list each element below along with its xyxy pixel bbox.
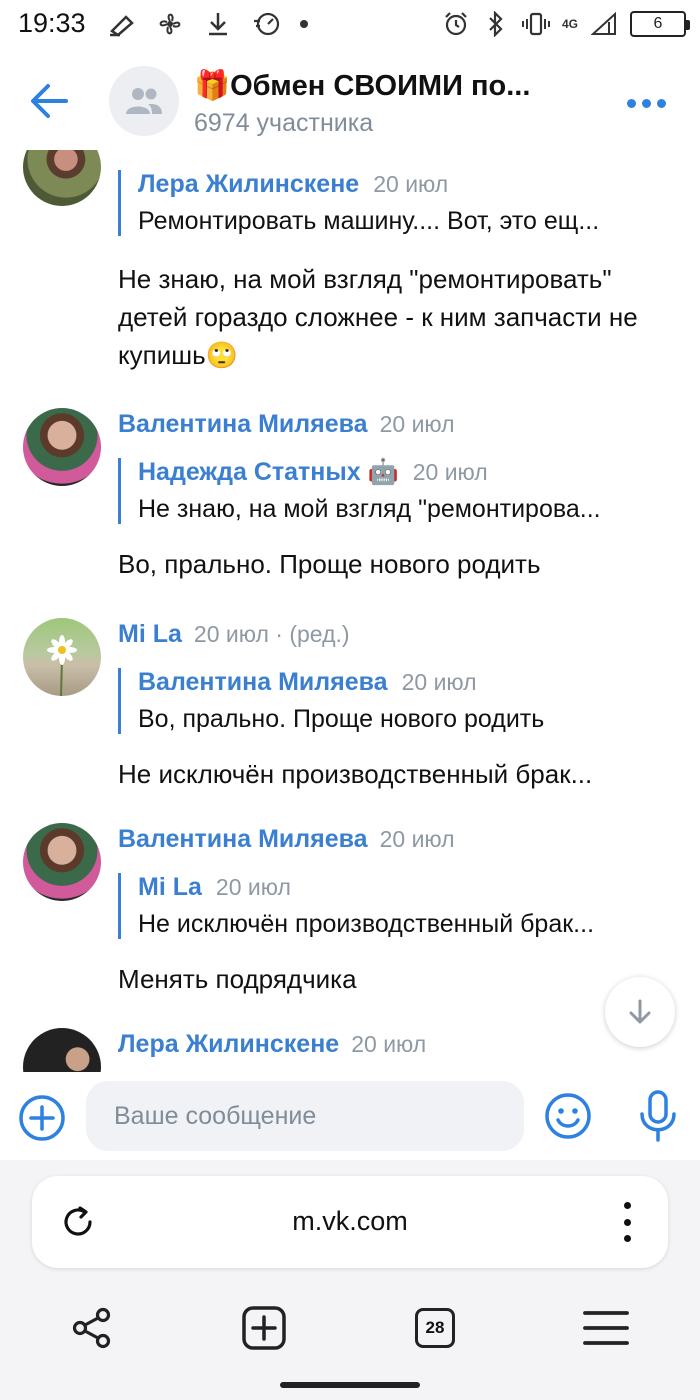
message-list[interactable]: Лера Жилинскене 20 июл Ремонтировать маши… [0, 150, 700, 1072]
quote-text: Не исключён производственный брак... [138, 910, 595, 938]
alarm-icon [442, 10, 470, 38]
download-icon [204, 10, 232, 38]
quoted-message[interactable]: Лера Жилинскене 20 июл Ремонтировать маши… [118, 170, 678, 236]
message-date: 20 июл [379, 411, 455, 437]
group-avatar[interactable] [109, 66, 179, 136]
quote-text: Во, прально. Проще нового родить [138, 705, 545, 733]
dot-icon [623, 1218, 631, 1226]
attach-button[interactable] [18, 1094, 66, 1142]
message-text: Во, прально. Проще нового родить [118, 549, 541, 579]
notification-dot-icon [300, 20, 308, 28]
quote-text: Ремонтировать машину.... Вот, это ещ... [138, 207, 600, 235]
quote-author: Надежда Статных 🤖 [138, 458, 399, 486]
chat-header: 🎁Обмен СВОИМИ по... 6974 участника [0, 55, 700, 150]
quote-date: 20 июл [401, 669, 477, 695]
avatar[interactable] [23, 1028, 101, 1072]
message-date: 20 июл [351, 1031, 427, 1057]
message-text: Не знаю, на мой взгляд "ремонтировать" д… [118, 264, 638, 370]
hamburger-icon [583, 1311, 629, 1345]
signal-icon [590, 10, 618, 38]
quoted-message[interactable]: Валентина Миляева 20 июл Во, прально. Про… [118, 668, 678, 734]
message-text: Менять подрядчика [118, 964, 357, 994]
arrow-down-icon [629, 999, 651, 1024]
quote-text: Не знаю, на мой взгляд "ремонтирова... [138, 495, 601, 523]
message-composer [0, 1072, 700, 1160]
browser-toolbar: m.vk.com 28 [0, 1160, 700, 1400]
status-time: 19:33 [18, 8, 86, 38]
cleaner-icon [108, 10, 136, 38]
quoted-message[interactable]: Надежда Статных 🤖 20 июл Не знаю, на мой … [118, 458, 678, 524]
status-bar: 19:33 4G 6 [0, 0, 700, 50]
new-tab-button[interactable] [240, 1304, 288, 1352]
tabs-button[interactable]: 28 [411, 1304, 459, 1352]
home-indicator[interactable] [280, 1382, 420, 1388]
speed-icon [252, 10, 280, 38]
quote-author: Валентина Миляева [138, 668, 388, 696]
quoted-message[interactable]: Mi La 20 июл Не исключён производственный… [118, 873, 678, 939]
dot-icon [641, 98, 651, 108]
microphone-icon [640, 1090, 676, 1142]
dot-icon [623, 1202, 631, 1209]
dot-icon [626, 98, 636, 108]
back-button[interactable] [26, 77, 74, 125]
members-count: 6974 участника [194, 109, 374, 137]
emoji-button[interactable] [544, 1092, 592, 1140]
plus-square-icon [242, 1306, 286, 1350]
daisy-icon [47, 635, 77, 696]
quote-author: Mi La [138, 873, 202, 901]
avatar[interactable] [23, 150, 101, 206]
message-date: 20 июл [379, 826, 455, 852]
avatar[interactable] [23, 823, 101, 901]
share-icon [72, 1307, 111, 1349]
plus-circle-icon [19, 1095, 65, 1141]
browser-menu-button[interactable] [622, 1202, 632, 1242]
quote-date: 20 июл [373, 171, 449, 197]
message-text: Не исключён производственный брак... [118, 759, 593, 789]
message-author[interactable]: Валентина Миляева [118, 825, 368, 853]
message-date: 20 июл · (ред.) [193, 621, 350, 647]
quote-date: 20 июл [215, 874, 291, 900]
battery-icon: 6 [630, 11, 690, 37]
message-author[interactable]: Валентина Миляева [118, 410, 368, 438]
battery-level: 6 [653, 15, 663, 32]
voice-message-button[interactable] [638, 1090, 678, 1142]
dot-icon [656, 98, 666, 108]
hamburger-menu-button[interactable] [582, 1304, 630, 1352]
quote-date: 20 июл [412, 459, 488, 485]
dot-icon [623, 1235, 631, 1242]
message-input[interactable] [86, 1081, 524, 1151]
network-type: 4G [561, 17, 578, 31]
avatar[interactable] [23, 408, 101, 486]
message-author[interactable]: Mi La [118, 620, 182, 648]
smile-icon [545, 1093, 591, 1139]
tabs-count: 28 [415, 1308, 455, 1348]
share-button[interactable] [68, 1304, 116, 1352]
scroll-down-button[interactable] [605, 977, 675, 1047]
chat-title[interactable]: 🎁Обмен СВОИМИ по... [194, 69, 530, 103]
vibrate-icon [521, 10, 550, 38]
url-text[interactable]: m.vk.com [32, 1206, 668, 1237]
users-icon [126, 88, 162, 114]
more-button[interactable] [622, 91, 670, 115]
avatar[interactable] [23, 618, 101, 696]
quote-author: Лера Жилинскене [138, 170, 360, 198]
address-bar[interactable]: m.vk.com [32, 1176, 668, 1268]
browser-nav-bar: 28 [0, 1296, 700, 1356]
bluetooth-icon [482, 10, 510, 38]
message-author[interactable]: Лера Жилинскене [118, 1030, 339, 1058]
arrow-left-icon [31, 84, 68, 118]
fan-icon [156, 10, 184, 38]
